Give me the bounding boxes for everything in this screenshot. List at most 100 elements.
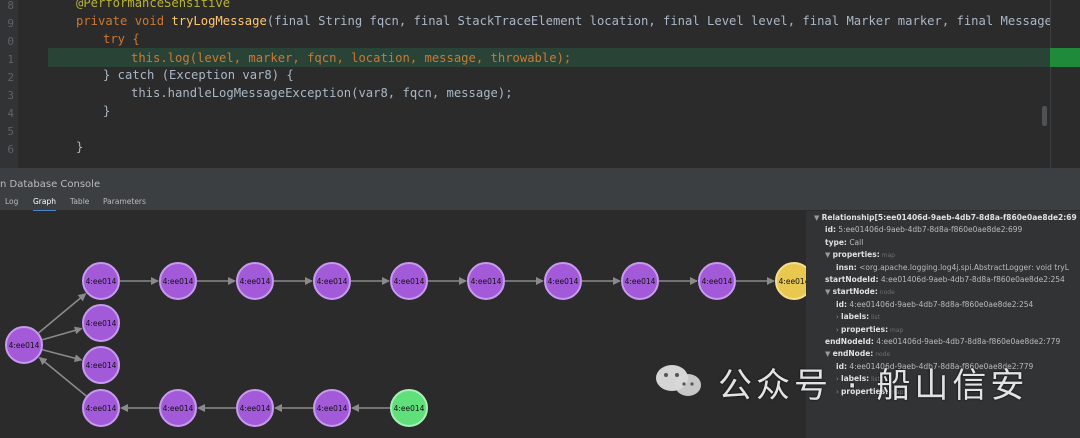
graph-node-label: 4:ee014	[240, 277, 271, 286]
graph-node[interactable]: 4:ee014	[775, 262, 806, 300]
tool-window-header: n Database Console	[0, 176, 1080, 193]
graph-node[interactable]: 4:ee014	[82, 389, 120, 427]
graph-node-label: 4:ee014	[86, 404, 117, 413]
graph-node[interactable]: 4:ee014	[544, 262, 582, 300]
property-key: properties:	[841, 324, 889, 334]
code-try: try {	[103, 32, 140, 46]
graph-relationship-edge[interactable]	[38, 357, 87, 397]
graph-node-label: 4:ee014	[86, 361, 117, 370]
graph-node-label: 4:ee014	[394, 404, 425, 413]
property-key: type:	[825, 237, 847, 247]
line-number: 2	[7, 71, 14, 84]
tab-graph[interactable]: Graph	[33, 193, 57, 212]
graph-node[interactable]: 4:ee014	[159, 262, 197, 300]
code-log-call: this.log(level, marker, fqcn, location, …	[131, 49, 571, 67]
tab-log[interactable]: Log	[5, 193, 18, 210]
property-type: list	[869, 314, 880, 322]
graph-node-label: 4:ee014	[86, 319, 117, 328]
property-key: id:	[825, 225, 836, 235]
code-handle-call: this.handleLogMessageException(var8, fqc…	[131, 86, 513, 100]
graph-node[interactable]: 4:ee014	[82, 304, 120, 342]
property-key: startNode:	[832, 287, 878, 297]
graph-node-label: 4:ee014	[702, 277, 733, 286]
property-row: insn: <org.apache.logging.log4j.spi.Abst…	[836, 263, 1069, 272]
graph-node[interactable]: 4:ee014	[5, 326, 43, 364]
expand-arrow-icon[interactable]: ▼	[825, 288, 833, 296]
graph-node[interactable]: 4:ee014	[390, 262, 428, 300]
property-row[interactable]: ▼ properties: map	[825, 250, 895, 259]
graph-node-label: 4:ee014	[317, 404, 348, 413]
code-editor[interactable]: 8 9 0 1 2 3 4 5 6 @PerformanceSensitive …	[0, 0, 1080, 168]
line-number: 0	[7, 35, 14, 48]
graph-node[interactable]: 4:ee014	[467, 262, 505, 300]
property-key: startNodeId:	[825, 275, 879, 284]
graph-node[interactable]: 4:ee014	[82, 262, 120, 300]
line-number: 4	[7, 107, 14, 120]
graph-node[interactable]: 4:ee014	[390, 389, 428, 427]
watermark-text: 公众号 · 船山信安	[718, 366, 1029, 406]
property-row: startNodeId: 4:ee01406d-9aeb-4db7-8d8a-f…	[825, 275, 1065, 284]
property-value: Call	[846, 237, 864, 247]
property-value: 4:ee01406d-9aeb-4db7-8d8a-f860e0ae8de2:2…	[846, 299, 1034, 309]
line-number: 6	[7, 143, 14, 156]
panel-splitter[interactable]	[0, 168, 1080, 176]
expand-arrow-icon[interactable]: ▼	[814, 214, 822, 222]
line-number: 8	[7, 0, 14, 12]
graph-node-label: 4:ee014	[163, 277, 194, 286]
graph-node[interactable]: 4:ee014	[621, 262, 659, 300]
graph-relationship-edge[interactable]	[42, 349, 83, 363]
code-params: (final String fqcn, final StackTraceElem…	[266, 14, 1080, 28]
property-row: id: 5:ee01406d-9aeb-4db7-8d8a-f860e0ae8d…	[825, 225, 1022, 234]
graph-node[interactable]: 4:ee014	[313, 389, 351, 427]
console-tabs: Log Graph Table Parameters	[0, 193, 1080, 212]
graph-svg[interactable]: 4:ee014 4:ee014 4:ee014 4:ee014 4:ee014 4:ee0…	[0, 211, 806, 438]
property-row[interactable]: › properties: map	[836, 325, 903, 334]
graph-node-label: 4:ee014	[394, 277, 425, 286]
code-log-text: this.log(level, marker, fqcn, location, …	[131, 51, 572, 65]
current-line-marker-strip	[1050, 48, 1080, 67]
line-number: 5	[7, 125, 14, 138]
property-row: endNodeId: 4:ee01406d-9aeb-4db7-8d8a-f86…	[825, 337, 1060, 346]
graph-node-label: 4:ee014	[548, 277, 579, 286]
graph-canvas[interactable]: 4:ee014 4:ee014 4:ee014 4:ee014 4:ee014 4:ee0…	[0, 211, 806, 438]
graph-node-label: 4:ee014	[86, 277, 117, 286]
graph-relationship-edge[interactable]	[42, 326, 83, 341]
graph-node[interactable]: 4:ee014	[236, 262, 274, 300]
graph-node[interactable]: 4:ee014	[313, 262, 351, 300]
graph-node[interactable]: 4:ee014	[159, 389, 197, 427]
code-close-outer: }	[76, 140, 84, 154]
tab-table[interactable]: Table	[70, 193, 89, 210]
code-annotation: @PerformanceSensitive	[76, 0, 231, 10]
property-type: map	[888, 326, 904, 334]
graph-node-label: 4:ee014	[9, 341, 40, 350]
property-key: id:	[836, 299, 847, 309]
editor-scrollbar[interactable]	[1042, 106, 1047, 126]
graph-node[interactable]: 4:ee014	[698, 262, 736, 300]
tab-parameters[interactable]: Parameters	[103, 193, 146, 210]
property-key: insn:	[836, 262, 857, 272]
line-number: 3	[7, 89, 14, 102]
graph-node-label: 4:ee014	[163, 404, 194, 413]
graph-node[interactable]: 4:ee014	[82, 346, 120, 384]
property-value: <org.apache.logging.log4j.spi.AbstractLo…	[856, 262, 1069, 272]
graph-node-label: 4:ee014	[471, 277, 502, 286]
line-number: 1	[7, 53, 14, 66]
expand-arrow-icon[interactable]: ▼	[825, 251, 833, 259]
wechat-icon	[656, 365, 701, 396]
property-value: 5:ee01406d-9aeb-4db7-8d8a-f860e0ae8de2:6…	[835, 225, 1023, 235]
property-key: properties:	[832, 250, 880, 260]
property-key: endNodeId:	[825, 337, 874, 346]
code-close-inner: }	[103, 104, 111, 118]
editor-right-strip	[1050, 0, 1080, 168]
graph-node-label: 4:ee014	[317, 277, 348, 286]
graph-relationship-edge[interactable]	[38, 293, 87, 334]
line-number-gutter: 8 9 0 1 2 3 4 5 6	[0, 0, 18, 168]
property-row[interactable]: ▼ startNode: node	[825, 287, 895, 296]
property-row: id: 4:ee01406d-9aeb-4db7-8d8a-f860e0ae8d…	[836, 300, 1033, 309]
property-key: labels:	[841, 312, 870, 322]
property-type: node	[877, 289, 895, 297]
code-catch: } catch (Exception var8) {	[103, 68, 294, 82]
property-row[interactable]: ▼ Relationship[5:ee01406d-9aeb-4db7-8d8a…	[814, 213, 1077, 222]
graph-node[interactable]: 4:ee014	[236, 389, 274, 427]
property-row[interactable]: › labels: list	[836, 312, 880, 321]
